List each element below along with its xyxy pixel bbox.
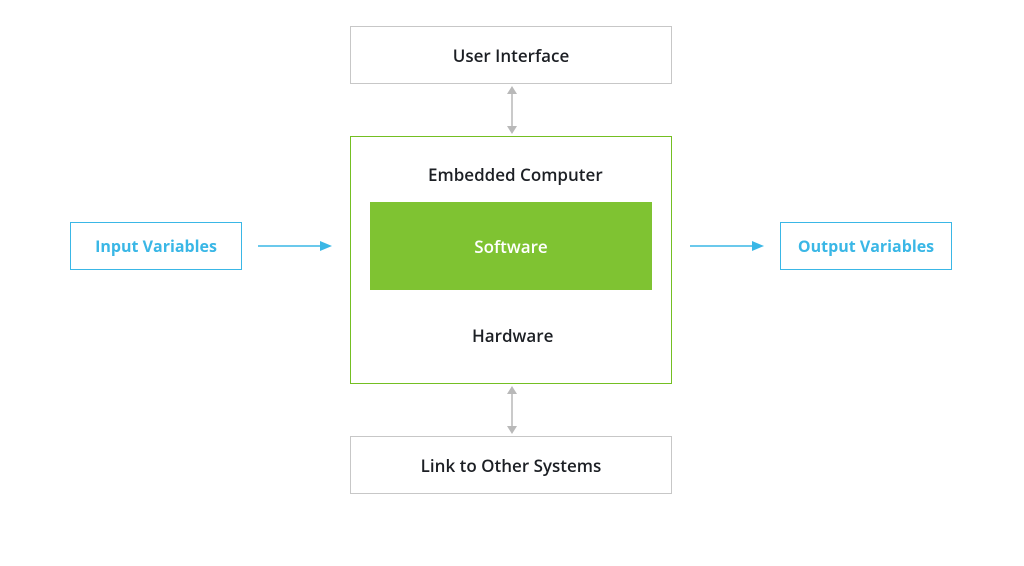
output-variables-box: Output Variables [780,222,952,270]
bidirectional-arrow-icon [505,386,519,434]
link-other-systems-label: Link to Other Systems [421,454,602,477]
output-variables-label: Output Variables [798,235,934,257]
software-label: Software [474,235,547,258]
link-other-systems-box: Link to Other Systems [350,436,672,494]
software-box: Software [370,202,652,290]
right-arrow-icon [258,239,332,253]
input-variables-box: Input Variables [70,222,242,270]
hardware-label: Hardware [472,324,553,347]
input-variables-label: Input Variables [95,235,217,257]
user-interface-box: User Interface [350,26,672,84]
right-arrow-icon [690,239,764,253]
bidirectional-arrow-icon [505,86,519,134]
embedded-computer-label: Embedded Computer [428,163,603,186]
user-interface-label: User Interface [453,44,570,67]
